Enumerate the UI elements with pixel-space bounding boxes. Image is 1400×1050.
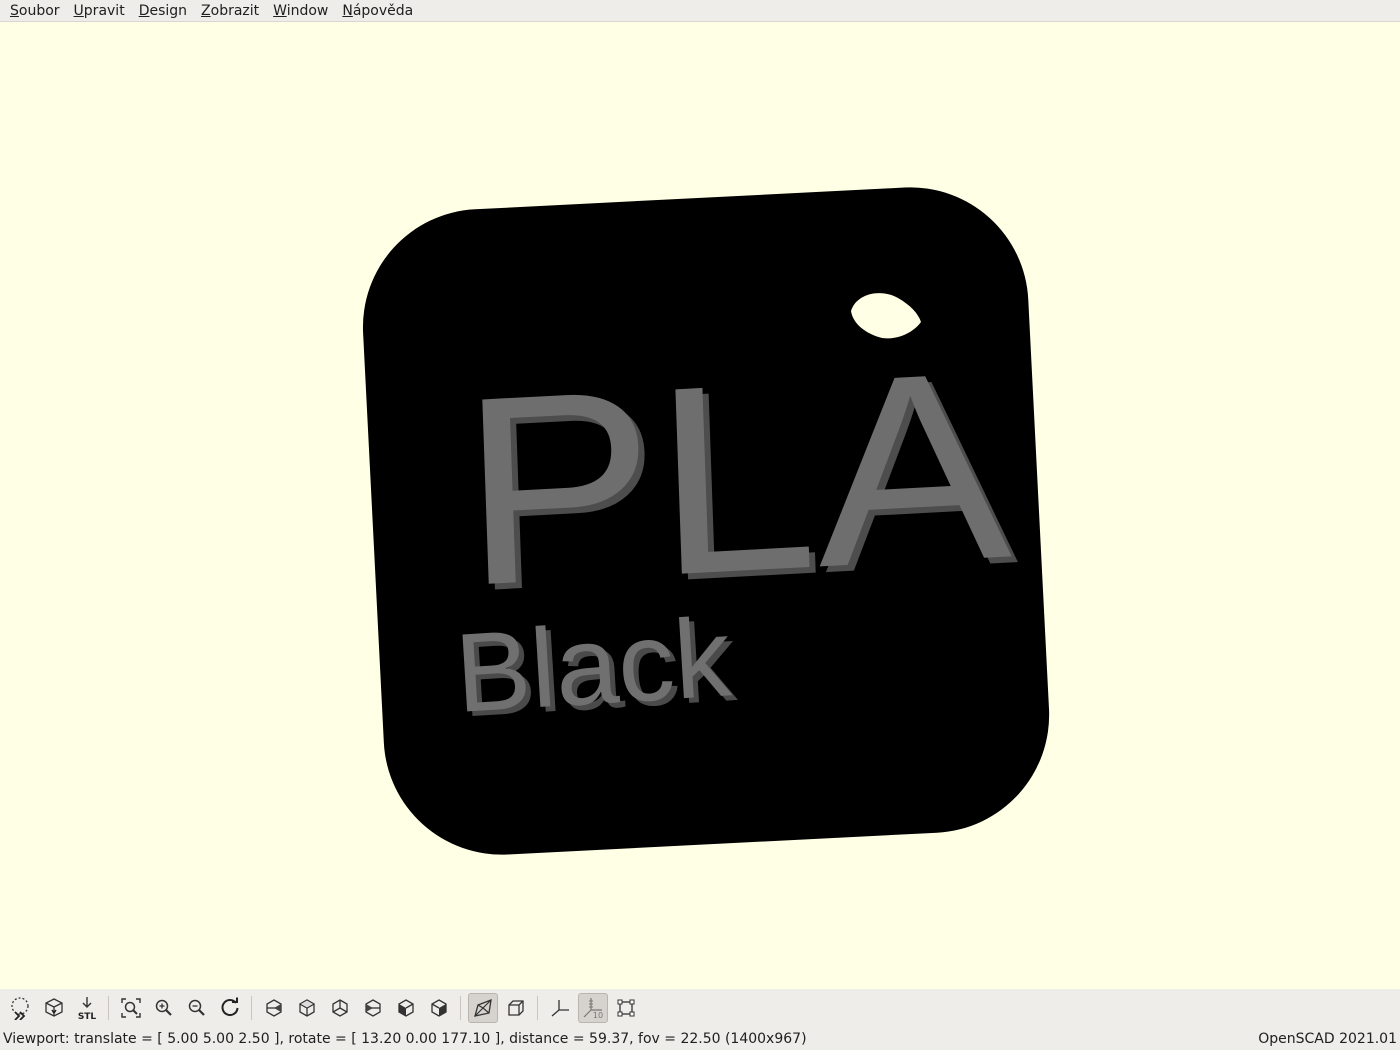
show-axes-button[interactable] bbox=[545, 993, 575, 1023]
export-stl-button[interactable]: STL bbox=[72, 993, 102, 1023]
subtext: Black bbox=[452, 594, 735, 736]
menu-view[interactable]: Zobrazit bbox=[194, 0, 266, 22]
toolbar-separator bbox=[460, 996, 461, 1020]
version-label: OpenSCAD 2021.01 bbox=[1258, 1030, 1397, 1047]
reset-view-button[interactable] bbox=[215, 993, 245, 1023]
menu-bar: Soubor Upravit Design Zobrazit Window Ná… bbox=[0, 0, 1400, 22]
menu-window[interactable]: Window bbox=[266, 0, 335, 22]
menu-edit[interactable]: Upravit bbox=[67, 0, 132, 22]
view-left-icon bbox=[364, 999, 381, 1017]
zoom-out-icon bbox=[188, 999, 205, 1016]
toolbar-separator bbox=[251, 996, 252, 1020]
viewport-toolbar: STL 10 bbox=[0, 989, 1400, 1027]
tag-text-group: PLA PLA bbox=[457, 313, 1022, 647]
view-right-button[interactable] bbox=[259, 993, 289, 1023]
3d-viewport[interactable]: PLA PLA Black Black bbox=[0, 22, 1400, 989]
openscad-window: Soubor Upravit Design Zobrazit Window Ná… bbox=[0, 0, 1400, 1050]
view-back-button[interactable] bbox=[424, 993, 454, 1023]
render-button[interactable] bbox=[39, 993, 69, 1023]
view-all-button[interactable] bbox=[116, 993, 146, 1023]
view-back-icon bbox=[430, 999, 447, 1017]
viewport-status: Viewport: translate = [ 5.00 5.00 2.50 ]… bbox=[3, 1030, 807, 1047]
model-render: PLA PLA Black Black bbox=[362, 187, 1050, 855]
perspective-icon bbox=[473, 998, 492, 1017]
perspective-button[interactable] bbox=[467, 993, 498, 1023]
zoom-out-button[interactable] bbox=[182, 993, 212, 1023]
show-axes-icon bbox=[551, 1000, 569, 1017]
zoom-in-icon bbox=[155, 999, 172, 1016]
status-bar: Viewport: translate = [ 5.00 5.00 2.50 ]… bbox=[0, 1027, 1400, 1050]
view-left-button[interactable] bbox=[358, 993, 388, 1023]
show-scale-markers-icon: 10 bbox=[583, 998, 603, 1020]
tag-text: PLA bbox=[457, 313, 1016, 642]
toolbar-separator bbox=[537, 996, 538, 1020]
view-top-button[interactable] bbox=[292, 993, 322, 1023]
preview-button[interactable] bbox=[6, 993, 36, 1023]
view-all-icon bbox=[120, 998, 141, 1018]
view-bottom-icon bbox=[331, 999, 348, 1017]
subtext-group: Black Black bbox=[452, 594, 740, 740]
menu-help[interactable]: Nápověda bbox=[335, 0, 420, 22]
scale-label: 10 bbox=[592, 1011, 602, 1020]
export-stl-icon: STL bbox=[77, 997, 96, 1021]
render-icon bbox=[44, 998, 63, 1017]
preview-icon bbox=[10, 997, 29, 1020]
view-top-icon bbox=[298, 999, 315, 1017]
show-scale-markers-button[interactable]: 10 bbox=[577, 993, 608, 1023]
view-right-icon bbox=[265, 999, 282, 1017]
menu-file[interactable]: Soubor bbox=[3, 0, 67, 22]
menu-design[interactable]: Design bbox=[132, 0, 194, 22]
toolbar-separator bbox=[108, 996, 109, 1020]
orthogonal-icon bbox=[507, 1000, 524, 1016]
stl-label: STL bbox=[77, 1012, 96, 1021]
zoom-in-button[interactable] bbox=[149, 993, 179, 1023]
reset-view-icon bbox=[221, 997, 238, 1017]
view-bottom-button[interactable] bbox=[325, 993, 355, 1023]
show-edges-button[interactable] bbox=[611, 993, 641, 1023]
orthogonal-button[interactable] bbox=[501, 993, 531, 1023]
show-edges-icon bbox=[617, 999, 634, 1017]
view-front-icon bbox=[397, 999, 414, 1017]
view-front-button[interactable] bbox=[391, 993, 421, 1023]
